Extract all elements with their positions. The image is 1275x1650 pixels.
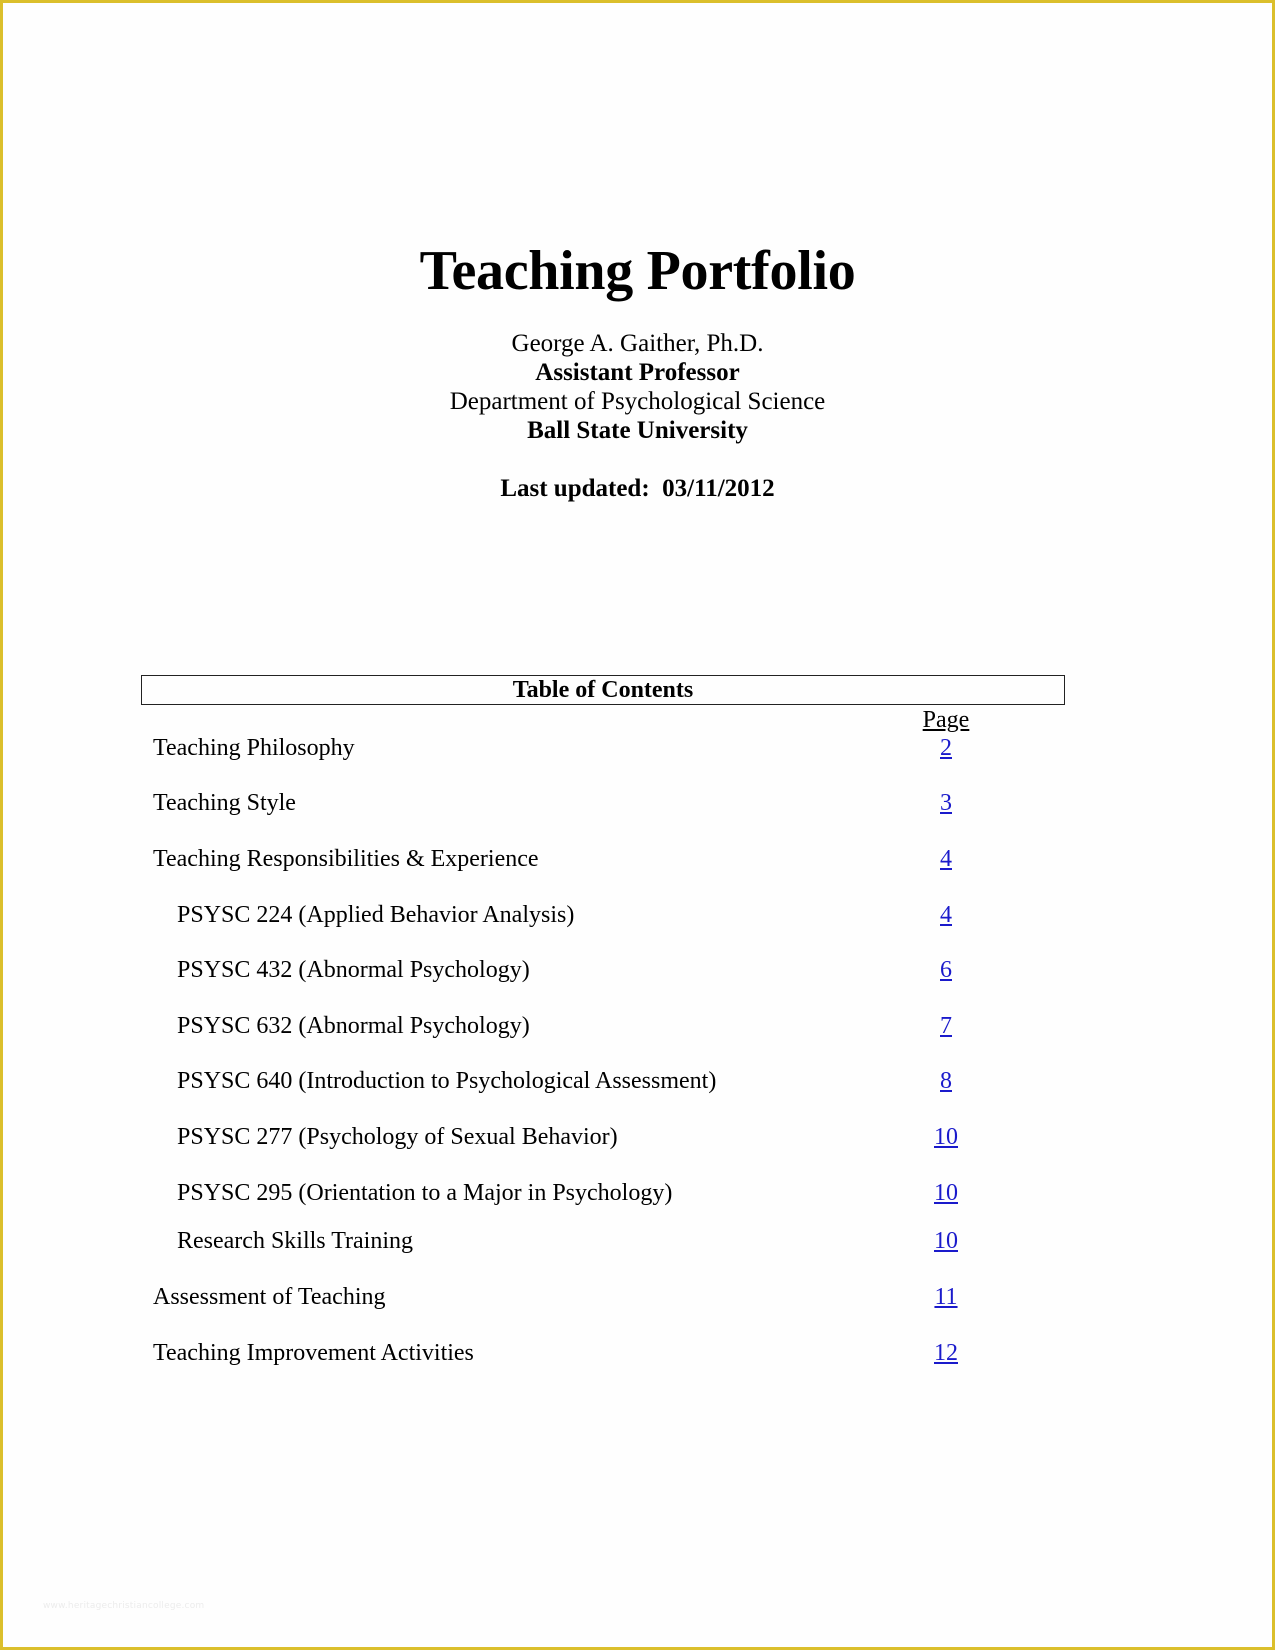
toc-entry: Teaching Improvement Activities 12 — [3, 1339, 1275, 1369]
document-title: Teaching Portfolio — [419, 240, 856, 302]
toc-heading: Table of Contents — [141, 675, 1065, 705]
author-position: Assistant Professor — [535, 359, 740, 386]
author-institution: Ball State University — [527, 417, 748, 444]
last-updated: Last updated: 03/11/2012 — [500, 475, 775, 502]
toc-page-column-label: Page — [922, 707, 970, 733]
toc-entry-label: Teaching Philosophy — [153, 735, 355, 761]
author-name: George A. Gaither, Ph.D. — [511, 330, 764, 357]
watermark: www.heritagechristiancollege.com — [43, 1601, 205, 1611]
toc-entry-label: PSYSC 432 (Abnormal Psychology) — [177, 957, 530, 983]
toc-entry: PSYSC 640 (Introduction to Psychological… — [3, 1067, 1275, 1097]
toc-page-link[interactable]: 11 — [921, 1283, 971, 1311]
toc-entry: Teaching Style 3 — [3, 789, 1275, 819]
toc-entry: PSYSC 224 (Applied Behavior Analysis) 4 — [3, 901, 1275, 931]
document-page: Teaching Portfolio George A. Gaither, Ph… — [0, 0, 1275, 1650]
toc-entry-label: Assessment of Teaching — [153, 1284, 386, 1310]
toc-entry-label: PSYSC 640 (Introduction to Psychological… — [177, 1068, 717, 1094]
toc-page-link[interactable]: 10 — [921, 1123, 971, 1151]
toc-page-link[interactable]: 3 — [921, 789, 971, 817]
toc-entry-label: PSYSC 295 (Orientation to a Major in Psy… — [177, 1180, 673, 1206]
toc-page-link[interactable]: 6 — [921, 956, 971, 984]
author-block: George A. Gaither, Ph.D. Assistant Profe… — [3, 329, 1272, 445]
toc-page-link[interactable]: 8 — [921, 1067, 971, 1095]
toc-entry-label: Teaching Improvement Activities — [153, 1340, 474, 1366]
toc-page-link[interactable]: 2 — [921, 734, 971, 762]
toc-entry-label: PSYSC 632 (Abnormal Psychology) — [177, 1013, 530, 1039]
toc-entry: PSYSC 432 (Abnormal Psychology) 6 — [3, 956, 1275, 986]
toc-page-link[interactable]: 4 — [921, 845, 971, 873]
toc-entry: Research Skills Training 10 — [3, 1227, 1275, 1257]
toc-entry: PSYSC 295 (Orientation to a Major in Psy… — [3, 1179, 1275, 1209]
toc-entry-label: Teaching Responsibilities & Experience — [153, 846, 539, 872]
toc-page-link[interactable]: 10 — [921, 1227, 971, 1255]
toc-entry-label: PSYSC 277 (Psychology of Sexual Behavior… — [177, 1124, 618, 1150]
toc-entry-label: PSYSC 224 (Applied Behavior Analysis) — [177, 902, 575, 928]
toc-page-link[interactable]: 10 — [921, 1179, 971, 1207]
toc-page-link[interactable]: 12 — [921, 1339, 971, 1367]
author-department: Department of Psychological Science — [449, 388, 826, 415]
toc-entry: Teaching Philosophy 2 — [3, 734, 1275, 764]
toc-entry: PSYSC 277 (Psychology of Sexual Behavior… — [3, 1123, 1275, 1153]
toc-entry: Assessment of Teaching 11 — [3, 1283, 1275, 1313]
toc-entry: PSYSC 632 (Abnormal Psychology) 7 — [3, 1012, 1275, 1042]
toc-entry-label: Teaching Style — [153, 790, 296, 816]
toc-page-link[interactable]: 7 — [921, 1012, 971, 1040]
toc-page-link[interactable]: 4 — [921, 901, 971, 929]
toc-entry: Teaching Responsibilities & Experience 4 — [3, 845, 1275, 875]
toc-entry-label: Research Skills Training — [177, 1228, 414, 1254]
